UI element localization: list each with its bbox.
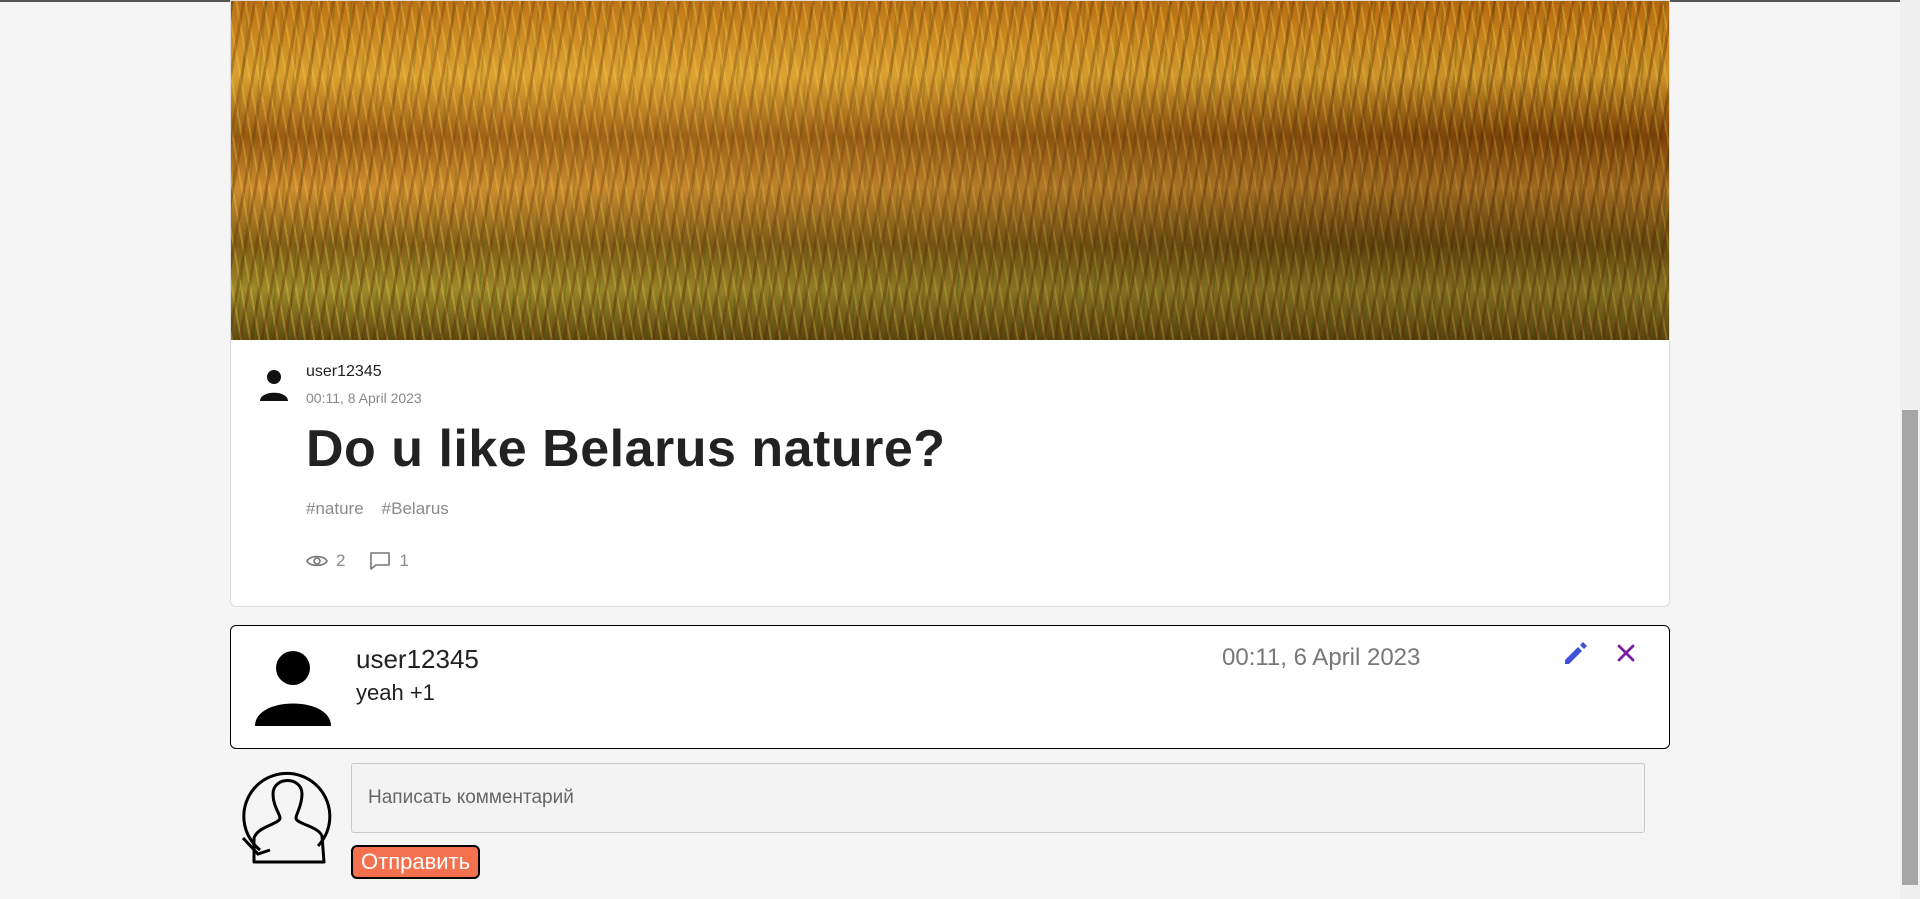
views-stat: 2 bbox=[306, 551, 345, 571]
comment-author[interactable]: user12345 bbox=[356, 644, 479, 675]
user-outline-icon bbox=[241, 771, 332, 864]
comment-text: yeah +1 bbox=[356, 680, 435, 705]
post-date: 00:11, 8 April 2023 bbox=[306, 390, 422, 406]
send-button[interactable]: Отправить bbox=[351, 845, 481, 879]
views-count: 2 bbox=[336, 551, 346, 570]
post-card: user12345 00:11, 8 April 2023 Do u like … bbox=[230, 0, 1670, 607]
user-icon bbox=[255, 651, 331, 726]
comment-item: user12345 yeah +1 00:11, 6 April 2023 bbox=[230, 625, 1670, 749]
tag-nature[interactable]: #nature bbox=[306, 499, 364, 519]
tag-belarus[interactable]: #Belarus bbox=[382, 499, 449, 519]
close-icon[interactable] bbox=[1611, 638, 1641, 668]
comment-date: 00:11, 6 April 2023 bbox=[1222, 644, 1421, 671]
comment-icon bbox=[370, 552, 391, 570]
post-author[interactable]: user12345 bbox=[306, 363, 382, 381]
scrollbar-thumb[interactable] bbox=[1902, 410, 1918, 885]
comments-stat: 1 bbox=[369, 551, 409, 571]
pencil-icon[interactable] bbox=[1561, 638, 1591, 668]
post-title: Do u like Belarus nature? bbox=[306, 420, 946, 478]
eye-icon bbox=[306, 555, 328, 567]
user-icon bbox=[260, 370, 288, 401]
post-stats: 2 1 bbox=[306, 551, 409, 571]
post-tags: #nature #Belarus bbox=[306, 499, 449, 519]
comments-count: 1 bbox=[399, 551, 409, 570]
comment-input[interactable] bbox=[351, 763, 1645, 833]
post-image bbox=[231, 1, 1669, 340]
